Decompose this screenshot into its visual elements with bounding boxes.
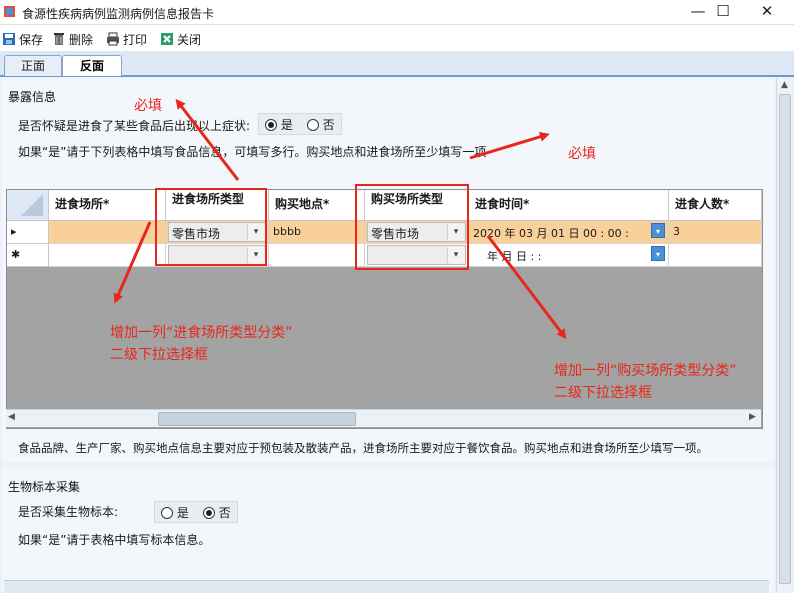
arrow-required-venue	[175, 98, 240, 181]
annotation-add-venue-line2: 二级下拉选择框	[110, 347, 208, 363]
annotation-required-2: 必填	[568, 146, 596, 162]
arrow-add-purchase-type	[486, 235, 567, 340]
arrow-add-venue-type	[113, 221, 152, 304]
arrow-required-purchase	[469, 131, 550, 160]
annotation-add-purchase-line2: 二级下拉选择框	[554, 385, 652, 401]
annotation-arrows	[113, 98, 567, 340]
annotation-add-venue-line1: 增加一列“进食场所类型分类”	[110, 325, 293, 341]
annotation-required-1: 必填	[134, 98, 162, 114]
annotation-add-purchase-line1: 增加一列“购买场所类型分类”	[554, 363, 737, 379]
